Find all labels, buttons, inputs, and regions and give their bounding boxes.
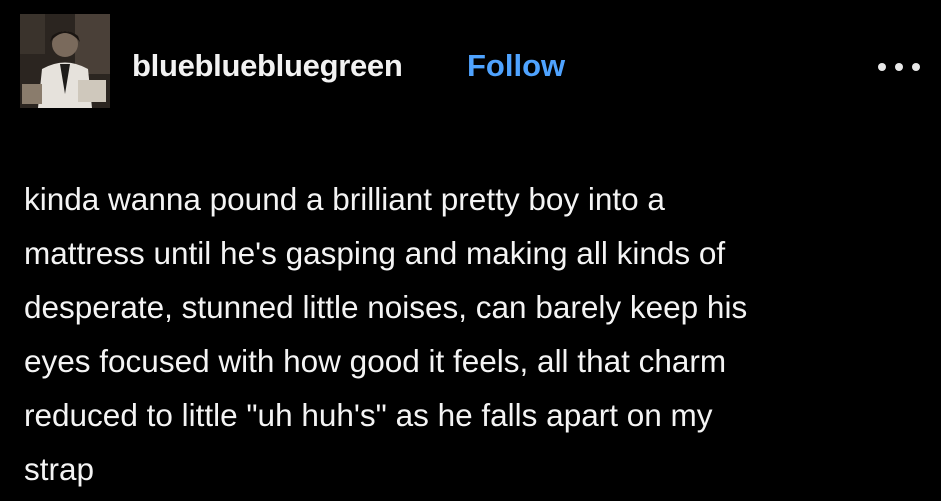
post-card: bluebluebluegreen Follow kinda wanna pou… — [0, 0, 941, 501]
username-link[interactable]: bluebluebluegreen — [132, 48, 403, 84]
more-options-icon[interactable] — [878, 60, 920, 74]
avatar[interactable] — [20, 14, 110, 108]
dot — [912, 63, 920, 71]
avatar-image — [20, 14, 110, 108]
follow-button[interactable]: Follow — [467, 48, 565, 84]
post-body-text: kinda wanna pound a brilliant pretty boy… — [24, 181, 748, 487]
post-header: bluebluebluegreen Follow — [20, 14, 920, 114]
dot — [895, 63, 903, 71]
dot — [878, 63, 886, 71]
